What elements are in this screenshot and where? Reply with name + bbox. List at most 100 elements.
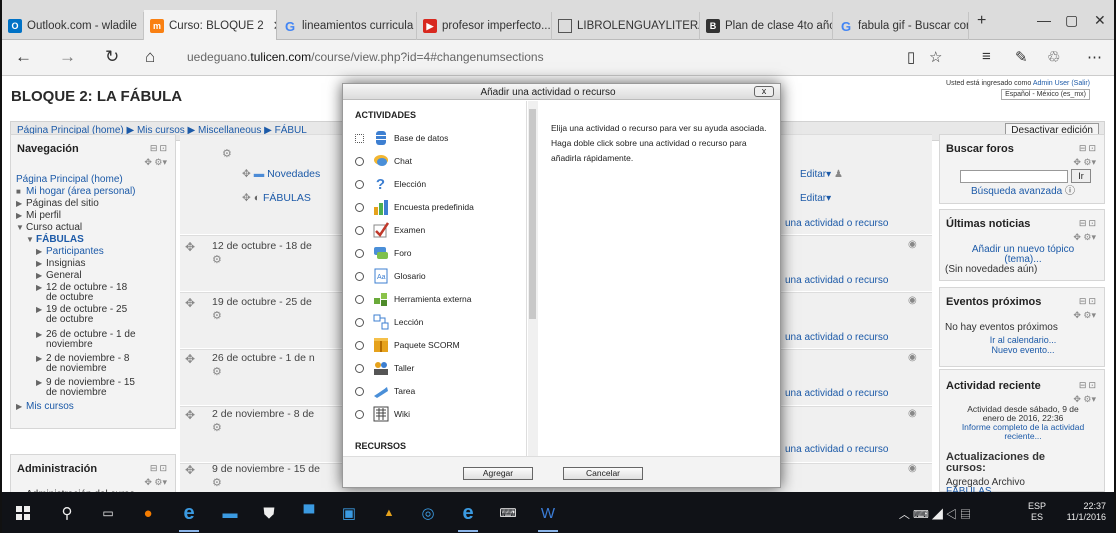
move-gear-icon[interactable]: ✥ ⚙▾ [144,477,167,488]
move-icon[interactable]: ✥ [185,408,195,422]
share-icon[interactable]: ♲ [1047,48,1060,66]
block-controls-icon[interactable]: ⊟⊡ [1079,143,1098,154]
nav-item-my-courses[interactable]: ▶ Mis cursos [16,402,74,412]
gear-icon[interactable]: ⚙ [212,365,222,378]
new-event-link[interactable]: Nuevo evento... [940,345,1106,355]
monitor-app-icon[interactable]: ▀ [299,503,319,523]
option-choice[interactable]: ? Elección [355,174,426,194]
option-lesson[interactable]: Lección [355,312,423,332]
option-scorm[interactable]: Paquete SCORM [355,335,460,355]
move-gear-icon[interactable]: ✥ ⚙▾ [1073,310,1096,321]
search-icon[interactable]: ⚲ [57,503,77,523]
option-database[interactable]: Base de datos [355,128,448,148]
gear-icon[interactable]: ⚙ [222,147,232,160]
move-icon[interactable]: ✥ [242,192,251,204]
reading-view-icon[interactable]: ▯ [907,48,915,66]
edit-menu[interactable]: Editar▾ [800,193,831,204]
add-activity-link[interactable]: una actividad o recurso [785,332,888,343]
option-external-tool[interactable]: Herramienta externa [355,289,471,309]
radio-button[interactable] [355,386,364,396]
nav-item-participants[interactable]: ▶ Participantes [36,247,104,257]
move-icon[interactable]: ✥ [242,168,251,180]
move-icon[interactable]: ✥ [185,296,195,310]
option-assignment[interactable]: Tarea [355,381,415,401]
web-note-icon[interactable]: ✎ [1015,48,1028,66]
radio-button[interactable] [355,294,364,304]
tab-youtube[interactable]: ▶ profesor imperfecto... [417,12,552,40]
nav-item-current-course[interactable]: ▼ Curso actual [16,223,82,233]
firefox-icon[interactable]: ● [138,503,158,523]
nav-item-general[interactable]: ▶ General [36,271,82,281]
option-survey[interactable]: Encuesta predefinida [355,197,474,217]
radio-button[interactable] [355,317,364,327]
language-select[interactable]: Español - México (es_mx) [1001,89,1090,100]
forward-arrow-icon[interactable]: → [59,47,76,67]
block-controls-icon[interactable]: ⊟⊡ [1079,218,1098,229]
radio-button[interactable] [355,156,364,166]
nav-item-fabulas[interactable]: ▼ FÁBULAS [26,235,84,245]
gear-icon[interactable]: ⚙ [212,421,222,434]
tab-moodle-course[interactable]: m Curso: BLOQUE 2 ✕ [144,10,277,41]
clock[interactable]: 22:37 11/1/2016 [1067,501,1106,523]
camera-app-icon[interactable]: ◎ [418,503,438,523]
file-explorer-icon[interactable]: ▬ [220,503,240,523]
store-icon[interactable]: ⛊ [259,503,279,523]
eye-icon[interactable]: ◉ [908,408,917,419]
add-activity-link[interactable]: una actividad o recurso [785,444,888,455]
option-forum[interactable]: Foro [355,243,411,263]
nav-item-site-pages[interactable]: ▶ Páginas del sitio [16,199,99,209]
edge-window-icon[interactable]: e [458,502,478,532]
move-gear-icon[interactable]: ✥ ⚙▾ [144,157,167,168]
add-button[interactable]: Agregar [463,467,533,480]
search-go-button[interactable]: Ir [1071,169,1091,183]
radio-button[interactable] [355,409,364,419]
forum-search-input[interactable] [960,170,1068,183]
logout-link[interactable]: Admin User (Salir) [1033,80,1090,87]
help-icon[interactable]: ⓘ [1065,186,1075,197]
remote-app-icon[interactable]: ▣ [339,503,359,523]
nav-item-badges[interactable]: ▶ Insignias [36,259,85,269]
option-workshop[interactable]: Taller [355,358,414,378]
gear-icon[interactable]: ⚙ [212,309,222,322]
eye-icon[interactable]: ◉ [908,463,917,474]
add-activity-link[interactable]: una actividad o recurso [785,388,888,399]
gear-icon[interactable]: ⚙ [212,476,222,489]
radio-button[interactable] [355,133,364,143]
nav-item-dashboard[interactable]: ■ Mi hogar (área personal) [16,187,136,197]
advanced-search-link[interactable]: Búsqueda avanzada [971,186,1062,197]
hub-icon[interactable]: ≡ [982,48,991,65]
refresh-icon[interactable]: ↻ [105,47,119,67]
radio-button[interactable] [355,179,364,189]
tab-libro[interactable]: LIBROLENGUAYLITERA [552,12,700,40]
more-icon[interactable]: ⋯ [1087,48,1102,66]
calendar-link[interactable]: Ir al calendario... [940,335,1106,345]
back-arrow-icon[interactable]: ← [15,47,32,67]
activity-list-scrollbar[interactable] [528,101,538,456]
url-field[interactable]: uedeguano.tulicen.com/course/view.php?id… [187,50,544,64]
full-report-link-cont[interactable]: reciente... [940,432,1106,441]
cancel-button[interactable]: Cancelar [563,467,643,480]
vlc-icon[interactable]: ▲ [379,503,399,523]
radio-button[interactable] [355,202,364,212]
eye-icon[interactable]: ◉ [908,295,917,306]
move-icon[interactable]: ✥ [185,463,195,477]
eye-icon[interactable]: ◉ [908,239,917,250]
move-icon[interactable]: ✥ [185,240,195,254]
radio-button[interactable] [355,225,364,235]
add-activity-link[interactable]: una actividad o recurso [785,218,888,229]
task-view-icon[interactable]: ▭ [98,503,118,523]
favorite-star-icon[interactable]: ☆ [929,48,942,66]
block-controls-icon[interactable]: ⊟⊡ [1079,296,1098,307]
language-indicator[interactable]: ESP ES [1028,501,1046,523]
move-icon[interactable]: ✥ [185,352,195,366]
minimize-button[interactable]: — [1037,12,1051,28]
maximize-button[interactable]: ▢ [1065,12,1078,29]
radio-button[interactable] [355,271,364,281]
option-chat[interactable]: Chat [355,151,412,171]
new-tab-button[interactable]: + [977,12,986,30]
move-gear-icon[interactable]: ✥ ⚙▾ [1073,232,1096,243]
edge-icon[interactable]: e [179,502,199,532]
block-controls-icon[interactable]: ⊟⊡ [150,463,169,474]
tray-icons[interactable]: ︿ ⌨ ◢ ◁ ▤ [899,506,971,522]
nav-item-home[interactable]: Página Principal (home) [16,175,123,185]
